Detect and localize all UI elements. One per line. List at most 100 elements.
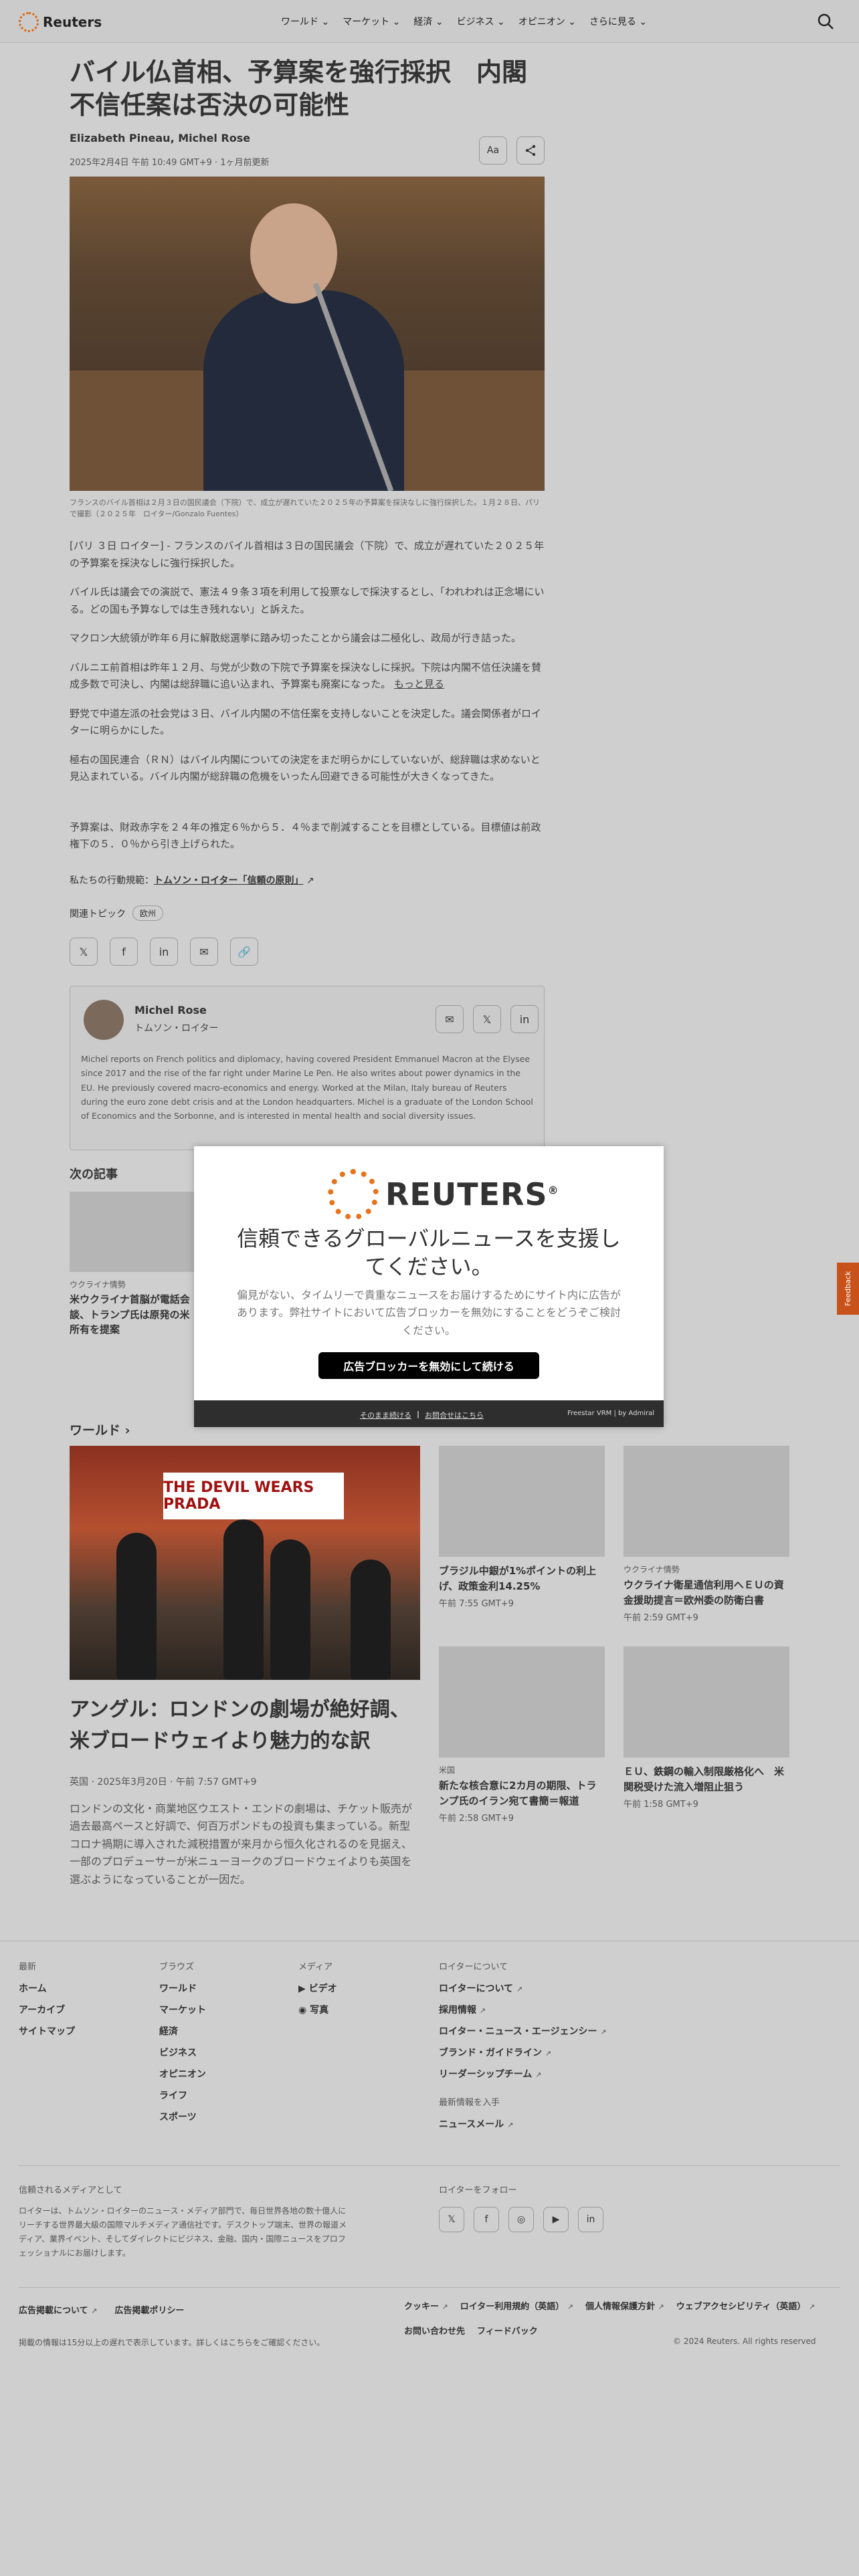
news-card-time: 午前 7:55 GMT+9	[439, 1599, 514, 1609]
author-email-icon[interactable]: ✉	[436, 1005, 464, 1033]
news-card-thumbnail	[439, 1646, 605, 1757]
footer-link[interactable]: オピニオン	[159, 2067, 206, 2080]
news-card[interactable]: ブラジル中銀が1%ポイントの利上げ、政策金利14.25% 午前 7:55 GMT…	[439, 1446, 605, 1609]
world-lead-image[interactable]: THE DEVIL WEARS PRADA	[70, 1446, 420, 1680]
news-card-title[interactable]: 新たな核合意に2カ月の期限、トランプ氏のイラン宛て書簡＝報道	[439, 1778, 605, 1808]
footer-legal-link[interactable]: クッキー ↗	[404, 2299, 448, 2312]
footer-link[interactable]: ホーム	[19, 1981, 75, 1995]
nav-item-business[interactable]: ビジネス ⌄	[457, 15, 505, 28]
footer-link[interactable]: スポーツ	[159, 2110, 206, 2123]
footer-link-photo[interactable]: ◉ 写真	[298, 2003, 337, 2016]
main-nav: ワールド ⌄ マーケット ⌄ 経済 ⌄ ビジネス ⌄ オピニオン ⌄ さらに見る…	[281, 15, 647, 28]
link-copy-icon[interactable]: 🔗	[230, 938, 258, 966]
news-card[interactable]: ＥＵ、鉄鋼の輸入制限厳格化へ 米関税受けた流入増阻止狙う 午前 1:58 GMT…	[624, 1646, 789, 1810]
nav-item-economy[interactable]: 経済 ⌄	[413, 15, 443, 28]
footer-legal-link[interactable]: 広告掲載について ↗	[19, 2303, 97, 2316]
footer-legal-link[interactable]: ウェブアクセシビリティ（英語） ↗	[676, 2299, 815, 2312]
footer-link[interactable]: ビジネス	[159, 2046, 206, 2059]
share-button[interactable]	[516, 136, 545, 165]
external-link-icon: ↗	[545, 2049, 552, 2058]
adblock-modal: REUTERS® 信頼できるグローバルニュースを支援してください。 偏見がない、…	[194, 1146, 664, 1427]
next-article-thumbnail[interactable]	[70, 1192, 197, 1272]
world-lead-title[interactable]: アングル：ロンドンの劇場が絶好調、米ブロードウェイより魅力的な訳	[70, 1695, 420, 1757]
news-card-thumbnail	[624, 1446, 789, 1557]
modal-footer: そのまま続ける | お問合せはこちら Freestar VRM | by Adm…	[194, 1400, 664, 1427]
footer-link[interactable]: サイトマップ	[19, 2024, 75, 2038]
footer-link[interactable]: マーケット	[159, 2003, 206, 2016]
x-icon[interactable]: 𝕏	[439, 2207, 464, 2232]
footer-legal-link[interactable]: 個人情報保護方針 ↗	[585, 2299, 664, 2312]
footer-legal-link[interactable]: ロイター利用規約（英語） ↗	[460, 2299, 573, 2312]
footer-link[interactable]: ロイター・ニュース・エージェンシー ↗	[439, 2024, 607, 2038]
facebook-icon[interactable]: f	[474, 2207, 499, 2232]
news-card-title[interactable]: ブラジル中銀が1%ポイントの利上げ、政策金利14.25%	[439, 1564, 605, 1594]
more-link[interactable]: もっと見る	[394, 678, 444, 690]
footer-link[interactable]: ブランド・ガイドライン ↗	[439, 2046, 607, 2059]
camera-icon: ◉	[298, 2005, 310, 2016]
linkedin-icon[interactable]: in	[578, 2207, 603, 2232]
paragraph: 極右の国民連合（ＲＮ）はバイル内閣についての決定をまだ明らかにしていないが、総辞…	[70, 753, 541, 783]
nav-item-world[interactable]: ワールド ⌄	[281, 15, 329, 28]
modal-footer-links: そのまま続ける | お問合せはこちら	[360, 1410, 484, 1420]
nav-item-more[interactable]: さらに見る ⌄	[589, 15, 647, 28]
topic-pill[interactable]: 欧州	[132, 905, 164, 921]
external-link-icon: ↗	[658, 2302, 664, 2311]
author-linkedin-icon[interactable]: in	[510, 1005, 539, 1033]
youtube-icon[interactable]: ▶	[543, 2207, 569, 2232]
news-card-time: 午前 2:59 GMT+9	[624, 1613, 698, 1623]
contact-link[interactable]: お問合せはこちら	[425, 1410, 484, 1420]
site-header: Reuters ワールド ⌄ マーケット ⌄ 経済 ⌄ ビジネス ⌄ オピニオン…	[0, 0, 859, 43]
article: バイル仏首相、予算案を強行採択 内閣不信任案は否決の可能性 Elizabeth …	[70, 56, 545, 1150]
news-card[interactable]: 米国 新たな核合意に2カ月の期限、トランプ氏のイラン宛て書簡＝報道 午前 2:5…	[439, 1646, 605, 1824]
footer-legal-link[interactable]: お問い合わせ先	[404, 2324, 465, 2337]
divider	[19, 2165, 840, 2166]
article-authors[interactable]: Elizabeth Pineau, Michel Rose	[70, 132, 545, 144]
footer-legal-link[interactable]: フィードバック	[477, 2324, 538, 2337]
email-share-icon[interactable]: ✉	[190, 938, 218, 966]
modal-body: 偏見がない、タイムリーで貴重なニュースをお届けするためにサイト内に広告があります…	[236, 1289, 622, 1337]
news-card-thumbnail	[624, 1646, 789, 1757]
text-size-button[interactable]: Aa	[479, 136, 507, 165]
newsletter-link[interactable]: ニュースメール ↗	[439, 2117, 607, 2131]
external-link-icon: ↗	[442, 2302, 448, 2311]
linkedin-share-icon[interactable]: in	[150, 938, 178, 966]
footer-link[interactable]: アーカイブ	[19, 2003, 75, 2016]
nav-item-markets[interactable]: マーケット ⌄	[343, 15, 400, 28]
author-name[interactable]: Michel Rose	[134, 1004, 207, 1016]
next-article-tag[interactable]: ウクライナ情勢	[70, 1279, 126, 1290]
world-section-heading[interactable]: ワールド ›	[70, 1420, 130, 1438]
instagram-icon[interactable]: ◎	[508, 2207, 534, 2232]
news-card-title[interactable]: ウクライナ衛星通信利用へＥＵの資金援助提言＝欧州委の防衛白書	[624, 1578, 789, 1608]
footer-link-video[interactable]: ▶ ビデオ	[298, 1981, 337, 1995]
facebook-share-icon[interactable]: f	[110, 938, 138, 966]
footer-link[interactable]: リーダーシップチーム ↗	[439, 2067, 607, 2080]
continue-link[interactable]: そのまま続ける	[360, 1410, 411, 1420]
share-bar: 𝕏 f in ✉ 🔗	[70, 938, 258, 966]
disable-adblocker-button[interactable]: 広告ブロッカーを無効にして続ける	[318, 1352, 539, 1379]
news-card-thumbnail	[439, 1446, 605, 1557]
news-card[interactable]: ウクライナ情勢 ウクライナ衛星通信利用へＥＵの資金援助提言＝欧州委の防衛白書 午…	[624, 1446, 789, 1623]
author-x-icon[interactable]: 𝕏	[473, 1005, 501, 1033]
footer-legal-link[interactable]: 広告掲載ポリシー	[114, 2303, 184, 2316]
news-card-time: 午前 2:58 GMT+9	[439, 1814, 514, 1824]
nav-item-opinion[interactable]: オピニオン ⌄	[518, 15, 576, 28]
x-share-icon[interactable]: 𝕏	[70, 938, 98, 966]
modal-logo-text: REUTERS®	[385, 1176, 559, 1212]
theatre-sign: THE DEVIL WEARS PRADA	[163, 1473, 344, 1519]
footer-link[interactable]: ロイターについて ↗	[439, 1981, 607, 1995]
reuters-logo[interactable]: Reuters	[19, 12, 102, 32]
next-article-title[interactable]: 米ウクライナ首脳が電話会談、トランプ氏は原発の米所有を提案	[70, 1292, 197, 1337]
paragraph: [パリ ３日 ロイター] - フランスのバイル首相は３日の国民議会（下院）で、成…	[70, 540, 545, 569]
article-body: [パリ ３日 ロイター] - フランスのバイル首相は３日の国民議会（下院）で、成…	[70, 538, 545, 865]
modal-reuters-logo: REUTERS®	[328, 1169, 559, 1220]
search-button[interactable]	[816, 12, 835, 31]
external-link-icon: ↗	[808, 2302, 816, 2311]
author-org: トムソン・ロイター	[134, 1023, 219, 1034]
news-card-title[interactable]: ＥＵ、鉄鋼の輸入制限厳格化へ 米関税受けた流入増阻止狙う	[624, 1764, 789, 1794]
feedback-tab[interactable]: Feedback	[837, 1263, 859, 1315]
footer-link[interactable]: ライフ	[159, 2088, 206, 2102]
footer-link[interactable]: ワールド	[159, 1981, 206, 1995]
footer-link[interactable]: 採用情報 ↗	[439, 2003, 607, 2016]
trust-principles-link[interactable]: トムソン・ロイター「信頼の原則」	[154, 875, 303, 886]
footer-link[interactable]: 経済	[159, 2024, 206, 2038]
